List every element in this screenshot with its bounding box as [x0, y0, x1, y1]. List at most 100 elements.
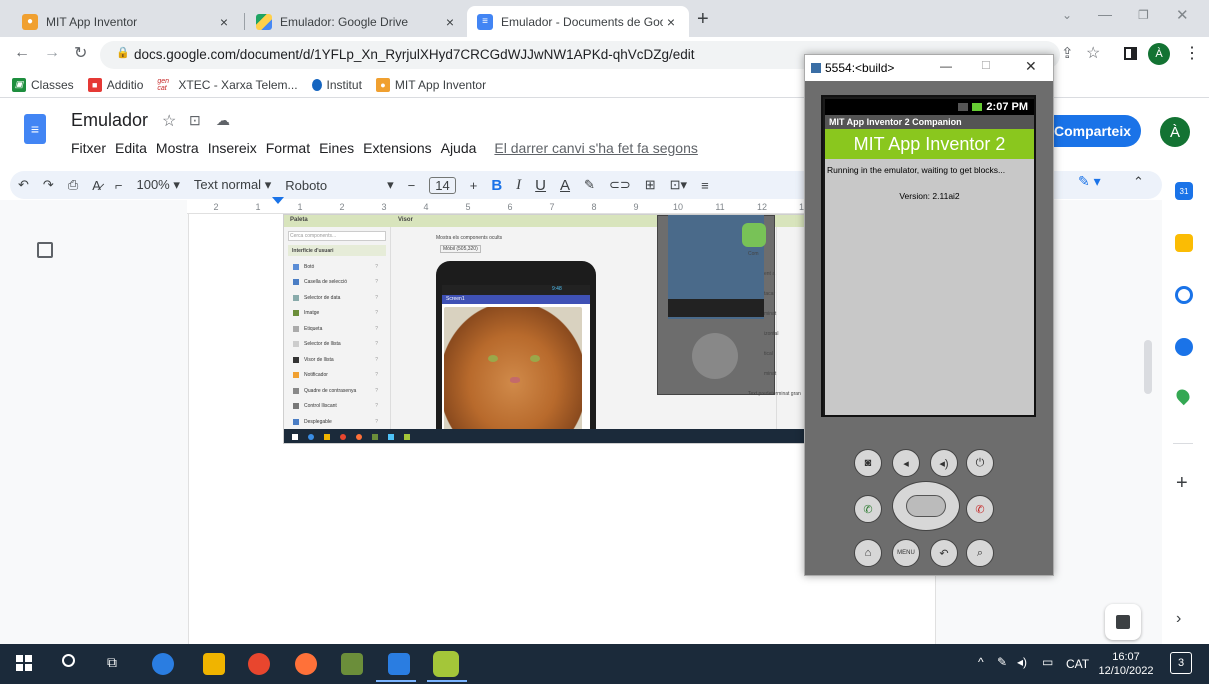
embedded-screenshot[interactable]: Paleta Visor Cerca components... Interfí… — [283, 214, 811, 444]
call-button[interactable]: ✆ — [854, 495, 882, 523]
menu-mostra[interactable]: Mostra — [156, 140, 199, 156]
volume-icon[interactable]: ◂) — [1017, 655, 1027, 669]
menu-button[interactable]: MENU — [892, 539, 920, 567]
bookmark-mit-app-inventor[interactable]: ● MIT App Inventor — [375, 77, 486, 92]
collapse-toolbar-icon[interactable]: ⌃ — [1133, 174, 1144, 190]
back-button[interactable]: ↶ — [930, 539, 958, 567]
menu-insereix[interactable]: Insereix — [208, 140, 257, 156]
font-select[interactable]: Roboto — [285, 178, 327, 193]
paint-format-icon[interactable]: ⌐ — [115, 178, 123, 193]
edge-icon[interactable] — [152, 653, 174, 675]
decrease-font-button[interactable]: − — [408, 178, 416, 193]
task-view-icon[interactable]: ⧉ — [107, 654, 117, 671]
back-icon[interactable]: ← — [14, 44, 30, 62]
calendar-icon[interactable]: 31 — [1175, 182, 1193, 200]
keep-icon[interactable] — [1175, 234, 1193, 252]
volume-up-button[interactable]: ◂) — [930, 449, 958, 477]
share-page-icon[interactable]: ⇪ — [1061, 44, 1074, 62]
window-close-icon[interactable]: ✕ — [1176, 6, 1189, 24]
browser-menu-icon[interactable]: ⋮ — [1184, 43, 1200, 63]
forward-icon[interactable]: → — [44, 44, 60, 62]
star-icon[interactable]: ☆ — [162, 111, 176, 131]
menu-edita[interactable]: Edita — [115, 140, 147, 156]
page-scrollbar[interactable] — [1144, 340, 1152, 394]
reload-icon[interactable]: ↻ — [74, 43, 87, 63]
link-icon[interactable]: ⊂⊃ — [609, 177, 631, 193]
network-tray-icon[interactable]: ▭ — [1042, 655, 1053, 669]
emu-close-icon[interactable]: ✕ — [1025, 58, 1037, 75]
image-viewer-icon[interactable] — [341, 653, 363, 675]
font-size-input[interactable]: 14 — [429, 176, 456, 194]
add-addon-icon[interactable]: + — [1176, 472, 1188, 495]
last-edit-link[interactable]: El darrer canvi s'ha fet fa segons — [494, 140, 697, 156]
emu-maximize-icon[interactable]: ☐ — [981, 59, 991, 72]
file-explorer-icon[interactable] — [203, 653, 225, 675]
search-icon[interactable] — [62, 654, 75, 667]
comment-icon[interactable]: ⊞ — [645, 177, 656, 193]
account-avatar[interactable]: À — [1160, 117, 1190, 147]
menu-extensions[interactable]: Extensions — [363, 140, 431, 156]
lock-icon[interactable]: 🔒 — [116, 46, 130, 59]
new-tab-button[interactable]: + — [697, 8, 709, 31]
menu-ajuda[interactable]: Ajuda — [441, 140, 477, 156]
language-indicator[interactable]: CAT — [1066, 657, 1089, 671]
notification-center[interactable]: 3 — [1170, 652, 1192, 674]
docs-logo-icon[interactable]: ≡ — [24, 114, 46, 144]
emulator-window[interactable]: 5554:<build> — ☐ ✕ 2:07 PM MIT App Inven… — [804, 54, 1054, 576]
bookmark-additio[interactable]: ■ Additio — [87, 77, 143, 92]
star-bookmark-icon[interactable]: ☆ — [1086, 43, 1100, 63]
spellcheck-icon[interactable]: A̷ — [92, 178, 101, 193]
url-text[interactable]: docs.google.com/document/d/1YFLp_Xn_Ryrj… — [134, 47, 695, 62]
text-color-button[interactable]: A — [560, 177, 570, 194]
zoom-select[interactable]: 100% ▾ — [136, 177, 179, 193]
restore-icon[interactable]: ❐ — [1138, 8, 1149, 22]
highlight-icon[interactable]: ✎ — [584, 177, 595, 193]
underline-button[interactable]: U — [535, 177, 546, 194]
profile-avatar[interactable]: À — [1148, 43, 1170, 65]
close-tab-icon[interactable]: × — [663, 14, 679, 30]
print-icon[interactable]: ⎙ — [68, 177, 78, 193]
tasks-icon[interactable] — [1175, 286, 1193, 304]
end-call-button[interactable]: ✆ — [966, 495, 994, 523]
dpad-center-button[interactable] — [906, 495, 946, 517]
expand-sidebar-icon[interactable]: › — [1176, 610, 1181, 628]
explore-button[interactable] — [1105, 604, 1141, 640]
home-button[interactable]: ⌂ — [854, 539, 882, 567]
indent-marker[interactable] — [272, 197, 284, 204]
align-icon[interactable]: ≡ — [701, 178, 709, 193]
menu-format[interactable]: Format — [266, 140, 310, 156]
redo-icon[interactable]: ↷ — [43, 177, 54, 193]
menu-fitxer[interactable]: Fitxer — [71, 140, 106, 156]
power-button[interactable]: ⏻ — [966, 449, 994, 477]
clock[interactable]: 16:07 12/10/2022 — [1098, 650, 1154, 678]
bookmark-classes[interactable]: ▣ Classes — [12, 77, 74, 92]
minimize-icon[interactable]: — — [1098, 6, 1112, 22]
close-tab-icon[interactable]: × — [216, 14, 232, 30]
tab-search-icon[interactable]: ⌄ — [1062, 8, 1072, 22]
menu-eines[interactable]: Eines — [319, 140, 354, 156]
emulator-screen[interactable]: 2:07 PM MIT App Inventor 2 Companion MIT… — [821, 95, 1036, 417]
emu-minimize-icon[interactable]: — — [940, 59, 952, 73]
close-tab-icon[interactable]: × — [442, 14, 458, 30]
style-select[interactable]: Text normal ▾ — [194, 177, 271, 193]
undo-icon[interactable]: ↶ — [18, 177, 29, 193]
volume-down-button[interactable]: ◂ — [892, 449, 920, 477]
start-icon[interactable] — [16, 655, 32, 671]
tab-mit-app-inventor[interactable]: ● MIT App Inventor × — [12, 6, 242, 37]
document-title[interactable]: Emulador — [71, 110, 148, 131]
bookmark-institut[interactable]: Institut — [311, 78, 362, 92]
tray-chevron-icon[interactable]: ^ — [978, 655, 984, 669]
increase-font-button[interactable]: + — [470, 178, 478, 193]
bookmark-xtec[interactable]: gen cat XTEC - Xarxa Telem... — [157, 77, 298, 92]
android-emulator-icon[interactable] — [433, 651, 459, 677]
chrome-icon[interactable] — [248, 653, 270, 675]
chrome-profile-icon[interactable] — [388, 653, 410, 675]
camera-button[interactable]: ◙ — [854, 449, 882, 477]
editing-mode-icon[interactable]: ✎ ▾ — [1078, 173, 1101, 190]
share-button[interactable]: Comparteix — [1050, 115, 1141, 147]
side-panel-icon[interactable] — [1124, 47, 1137, 60]
firefox-icon[interactable] — [295, 653, 317, 675]
italic-button[interactable]: I — [516, 177, 521, 194]
cloud-status-icon[interactable]: ☁ — [216, 112, 230, 129]
search-button[interactable]: ⌕ — [966, 539, 994, 567]
